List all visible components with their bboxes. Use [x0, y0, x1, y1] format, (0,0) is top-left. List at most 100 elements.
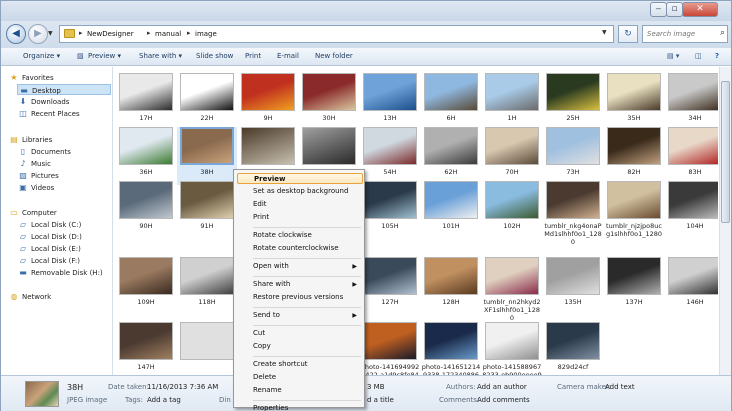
file-item[interactable]: 127H [360, 257, 420, 315]
file-item[interactable]: 91H [177, 181, 237, 239]
file-item[interactable]: photo-1415889678233-eb900eeee9 [482, 322, 542, 375]
date-taken-value[interactable]: 11/16/2013 7:36 AM [147, 383, 218, 391]
file-item[interactable]: 17H [116, 73, 176, 131]
forward-button[interactable]: ▶ [28, 24, 48, 44]
file-item[interactable]: 73H [543, 127, 603, 185]
organize-button[interactable]: Organize ▾ [23, 52, 60, 60]
menu-item-share-with[interactable]: Share with ▶ [237, 279, 363, 290]
tags-value[interactable]: Add a tag [147, 396, 181, 404]
file-item[interactable]: 82H [604, 127, 664, 185]
nav-item-network[interactable]: ◍ Network [9, 291, 52, 302]
file-item[interactable]: 83H [665, 127, 718, 185]
chevron-right-icon[interactable]: ▸ [147, 29, 151, 37]
nav-item-local-disk-e[interactable]: ▱ Local Disk (E:) [18, 243, 81, 254]
menu-item-properties[interactable]: Properties [237, 403, 363, 411]
menu-item-cut[interactable]: Cut [237, 328, 363, 339]
file-item[interactable]: 102H [482, 181, 542, 239]
file-item[interactable]: 25H [543, 73, 603, 131]
file-item[interactable]: 146H [665, 257, 718, 315]
recent-pages-dropdown-icon[interactable]: ▼ [48, 30, 53, 37]
file-item[interactable]: 35H [604, 73, 664, 131]
nav-item-recent-places[interactable]: ◫ Recent Places [18, 108, 79, 119]
menu-item-delete[interactable]: Delete [237, 372, 363, 383]
nav-item-local-disk-f[interactable]: ▱ Local Disk (F:) [18, 255, 80, 266]
new-folder-button[interactable]: New folder [315, 52, 353, 60]
nav-item-removable-disk-h[interactable]: ▬ Removable Disk (H:) [18, 267, 102, 278]
chevron-right-icon[interactable]: ▸ [187, 29, 191, 37]
slide-show-button[interactable]: Slide show [196, 52, 233, 60]
breadcrumb-image[interactable]: image [195, 30, 217, 38]
file-item[interactable]: 128H [421, 257, 481, 315]
preview-button[interactable]: Preview ▾ [88, 52, 121, 60]
menu-item-print[interactable]: Print [237, 212, 363, 223]
menu-item-rotate-clockwise[interactable]: Rotate clockwise [237, 230, 363, 241]
nav-item-local-disk-c[interactable]: ▱ Local Disk (C:) [18, 219, 81, 230]
nav-item-music[interactable]: ♪ Music [18, 158, 50, 169]
nav-item-local-disk-d[interactable]: ▱ Local Disk (D:) [18, 231, 82, 242]
maximize-button[interactable]: ▫ [666, 2, 683, 17]
menu-item-preview[interactable]: Preview [237, 173, 363, 184]
file-item[interactable]: 147H [116, 322, 176, 375]
authors-value[interactable]: Add an author [477, 383, 527, 391]
file-item[interactable]: 54H [360, 127, 420, 185]
file-item[interactable]: 1H [482, 73, 542, 131]
nav-item-desktop[interactable]: ▬ Desktop [17, 84, 111, 95]
back-button[interactable]: ◀ [6, 24, 26, 44]
menu-item-edit[interactable]: Edit [237, 199, 363, 210]
file-item[interactable]: 137H [604, 257, 664, 315]
file-item[interactable]: 135H [543, 257, 603, 315]
nav-item-downloads[interactable]: ⬇ Downloads [18, 96, 70, 107]
menu-item-restore-previous-versions[interactable]: Restore previous versions [237, 292, 363, 303]
change-view-icon[interactable]: ▤ ▾ [667, 52, 679, 60]
address-dropdown-icon[interactable]: ▼ [602, 29, 607, 36]
nav-item-libraries[interactable]: ▤ Libraries [9, 134, 52, 145]
breadcrumb-manual[interactable]: manual [155, 30, 181, 38]
preview-pane-icon[interactable]: ◫ [695, 52, 702, 60]
file-item[interactable]: 6H [421, 73, 481, 131]
chevron-right-icon[interactable]: ▸ [79, 29, 83, 37]
file-item[interactable]: 104H [665, 181, 718, 239]
menu-item-create-shortcut[interactable]: Create shortcut [237, 359, 363, 370]
file-item[interactable]: photo-1416512149338-1723408867 [421, 322, 481, 375]
file-item[interactable]: 22H [177, 73, 237, 131]
camera-maker-value[interactable]: Add text [605, 383, 635, 391]
file-item[interactable]: 90H [116, 181, 176, 239]
refresh-button[interactable]: ↻ [618, 25, 638, 43]
print-button[interactable]: Print [245, 52, 261, 60]
file-item[interactable]: 9H [238, 73, 298, 131]
menu-item-set-as-desktop-background[interactable]: Set as desktop background [237, 186, 363, 197]
nav-item-favorites[interactable]: ★ Favorites [9, 72, 53, 83]
file-item[interactable]: tumblr_nkg4onaPMd1slhhf0o1_1280 [543, 181, 603, 246]
file-item[interactable] [177, 322, 237, 375]
menu-item-rename[interactable]: Rename [237, 385, 363, 396]
address-box[interactable]: ▸ NewDesigner ▸ manual ▸ image ▼ [59, 25, 614, 43]
file-item[interactable]: 829d24cf [543, 322, 603, 375]
help-icon[interactable]: ? [715, 52, 719, 60]
vertical-scrollbar[interactable] [719, 67, 731, 375]
file-item[interactable]: 70H [482, 127, 542, 185]
search-input[interactable] [643, 26, 713, 42]
file-item[interactable]: photo-1416949929422-a1d9c8fe84 [360, 322, 420, 375]
title-value[interactable]: d a title [367, 396, 394, 404]
file-item[interactable]: 118H [177, 257, 237, 315]
file-item[interactable]: 34H [665, 73, 718, 131]
minimize-button[interactable]: ‒ [650, 2, 667, 17]
share-with-button[interactable]: Share with ▾ [139, 52, 182, 60]
menu-item-open-with[interactable]: Open with ▶ [237, 261, 363, 272]
nav-item-documents[interactable]: ▯ Documents [18, 146, 71, 157]
nav-item-pictures[interactable]: ▨ Pictures [18, 170, 59, 181]
breadcrumb-newdesigner[interactable]: NewDesigner [87, 30, 134, 38]
file-item[interactable]: tumblr_nn2hkyd2XF1slhhf0o1_1280 [482, 257, 542, 322]
file-item[interactable]: tumblr_njzjpo8ucg1slhhf0o1_1280 [604, 181, 664, 239]
close-button[interactable]: ✕ [682, 2, 718, 17]
search-box[interactable]: ⌕ [642, 25, 728, 43]
nav-item-videos[interactable]: ▣ Videos [18, 182, 54, 193]
file-item[interactable]: 101H [421, 181, 481, 239]
menu-item-copy[interactable]: Copy [237, 341, 363, 352]
email-button[interactable]: E-mail [277, 52, 299, 60]
file-item[interactable]: 38H [177, 127, 237, 185]
menu-item-send-to[interactable]: Send to ▶ [237, 310, 363, 321]
search-icon[interactable]: ⌕ [720, 28, 725, 38]
nav-item-computer[interactable]: ▭ Computer [9, 207, 57, 218]
file-item[interactable]: 30H [299, 73, 359, 131]
